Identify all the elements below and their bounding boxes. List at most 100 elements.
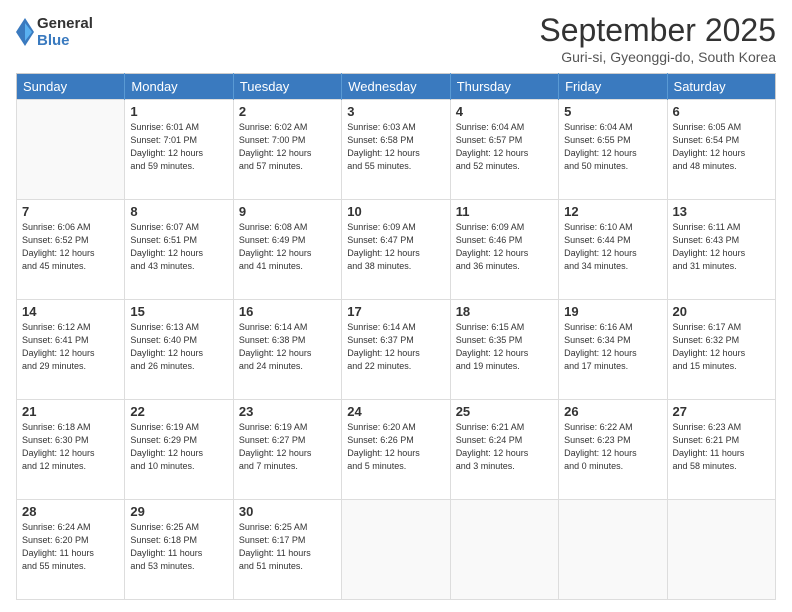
week-row-2: 7 Sunrise: 6:06 AM Sunset: 6:52 PM Daylig… <box>17 200 776 300</box>
header: General Blue September 2025 Guri-si, Gye… <box>16 12 776 65</box>
header-day-friday: Friday <box>559 74 667 100</box>
day-info: Sunrise: 6:15 AM Sunset: 6:35 PM Dayligh… <box>456 321 553 373</box>
day-number: 9 <box>239 204 336 219</box>
day-number: 22 <box>130 404 227 419</box>
day-info: Sunrise: 6:25 AM Sunset: 6:17 PM Dayligh… <box>239 521 336 573</box>
day-number: 20 <box>673 304 770 319</box>
day-info: Sunrise: 6:06 AM Sunset: 6:52 PM Dayligh… <box>22 221 119 273</box>
calendar-cell <box>559 500 667 600</box>
week-row-3: 14Sunrise: 6:12 AM Sunset: 6:41 PM Dayli… <box>17 300 776 400</box>
calendar-body: 1 Sunrise: 6:01 AM Sunset: 7:01 PM Daylig… <box>17 100 776 600</box>
calendar-cell: 9 Sunrise: 6:08 AM Sunset: 6:49 PM Daylig… <box>233 200 341 300</box>
day-number: 12 <box>564 204 661 219</box>
day-number: 24 <box>347 404 444 419</box>
calendar-cell: 7 Sunrise: 6:06 AM Sunset: 6:52 PM Daylig… <box>17 200 125 300</box>
calendar-cell: 28Sunrise: 6:24 AM Sunset: 6:20 PM Dayli… <box>17 500 125 600</box>
day-info: Sunrise: 6:17 AM Sunset: 6:32 PM Dayligh… <box>673 321 770 373</box>
day-number: 16 <box>239 304 336 319</box>
week-row-5: 28Sunrise: 6:24 AM Sunset: 6:20 PM Dayli… <box>17 500 776 600</box>
logo-text: General Blue <box>37 16 93 49</box>
week-row-1: 1 Sunrise: 6:01 AM Sunset: 7:01 PM Daylig… <box>17 100 776 200</box>
day-info: Sunrise: 6:13 AM Sunset: 6:40 PM Dayligh… <box>130 321 227 373</box>
day-number: 10 <box>347 204 444 219</box>
logo-blue: Blue <box>37 33 93 50</box>
day-number: 21 <box>22 404 119 419</box>
calendar-cell: 18 Sunrise: 6:15 AM Sunset: 6:35 PM Dayli… <box>450 300 558 400</box>
day-info: Sunrise: 6:12 AM Sunset: 6:41 PM Dayligh… <box>22 321 119 373</box>
calendar-cell <box>450 500 558 600</box>
logo-icon <box>16 18 34 46</box>
calendar-cell: 14Sunrise: 6:12 AM Sunset: 6:41 PM Dayli… <box>17 300 125 400</box>
day-info: Sunrise: 6:20 AM Sunset: 6:26 PM Dayligh… <box>347 421 444 473</box>
calendar-cell: 23 Sunrise: 6:19 AM Sunset: 6:27 PM Dayli… <box>233 400 341 500</box>
header-day-wednesday: Wednesday <box>342 74 450 100</box>
day-number: 8 <box>130 204 227 219</box>
calendar-cell <box>667 500 775 600</box>
day-info: Sunrise: 6:07 AM Sunset: 6:51 PM Dayligh… <box>130 221 227 273</box>
day-info: Sunrise: 6:23 AM Sunset: 6:21 PM Dayligh… <box>673 421 770 473</box>
calendar-cell: 2 Sunrise: 6:02 AM Sunset: 7:00 PM Daylig… <box>233 100 341 200</box>
day-info: Sunrise: 6:25 AM Sunset: 6:18 PM Dayligh… <box>130 521 227 573</box>
week-row-4: 21 Sunrise: 6:18 AM Sunset: 6:30 PM Dayli… <box>17 400 776 500</box>
day-info: Sunrise: 6:05 AM Sunset: 6:54 PM Dayligh… <box>673 121 770 173</box>
day-info: Sunrise: 6:19 AM Sunset: 6:27 PM Dayligh… <box>239 421 336 473</box>
calendar-cell: 24 Sunrise: 6:20 AM Sunset: 6:26 PM Dayli… <box>342 400 450 500</box>
day-number: 27 <box>673 404 770 419</box>
day-info: Sunrise: 6:09 AM Sunset: 6:47 PM Dayligh… <box>347 221 444 273</box>
day-number: 19 <box>564 304 661 319</box>
title-block: September 2025 Guri-si, Gyeonggi-do, Sou… <box>539 12 776 65</box>
day-info: Sunrise: 6:14 AM Sunset: 6:37 PM Dayligh… <box>347 321 444 373</box>
header-day-monday: Monday <box>125 74 233 100</box>
day-info: Sunrise: 6:14 AM Sunset: 6:38 PM Dayligh… <box>239 321 336 373</box>
day-number: 18 <box>456 304 553 319</box>
day-info: Sunrise: 6:04 AM Sunset: 6:57 PM Dayligh… <box>456 121 553 173</box>
calendar: SundayMondayTuesdayWednesdayThursdayFrid… <box>16 73 776 600</box>
day-number: 7 <box>22 204 119 219</box>
day-number: 3 <box>347 104 444 119</box>
calendar-cell: 26Sunrise: 6:22 AM Sunset: 6:23 PM Dayli… <box>559 400 667 500</box>
calendar-cell: 29Sunrise: 6:25 AM Sunset: 6:18 PM Dayli… <box>125 500 233 600</box>
day-info: Sunrise: 6:04 AM Sunset: 6:55 PM Dayligh… <box>564 121 661 173</box>
day-info: Sunrise: 6:18 AM Sunset: 6:30 PM Dayligh… <box>22 421 119 473</box>
day-number: 6 <box>673 104 770 119</box>
day-number: 1 <box>130 104 227 119</box>
header-day-saturday: Saturday <box>667 74 775 100</box>
day-number: 17 <box>347 304 444 319</box>
day-number: 4 <box>456 104 553 119</box>
day-number: 23 <box>239 404 336 419</box>
calendar-cell: 11Sunrise: 6:09 AM Sunset: 6:46 PM Dayli… <box>450 200 558 300</box>
header-day-tuesday: Tuesday <box>233 74 341 100</box>
day-number: 11 <box>456 204 553 219</box>
calendar-cell: 30 Sunrise: 6:25 AM Sunset: 6:17 PM Dayli… <box>233 500 341 600</box>
logo-general: General <box>37 16 93 33</box>
day-info: Sunrise: 6:21 AM Sunset: 6:24 PM Dayligh… <box>456 421 553 473</box>
calendar-cell: 10 Sunrise: 6:09 AM Sunset: 6:47 PM Dayli… <box>342 200 450 300</box>
header-row: SundayMondayTuesdayWednesdayThursdayFrid… <box>17 74 776 100</box>
day-info: Sunrise: 6:11 AM Sunset: 6:43 PM Dayligh… <box>673 221 770 273</box>
month-title: September 2025 <box>539 12 776 49</box>
day-number: 30 <box>239 504 336 519</box>
calendar-cell: 8 Sunrise: 6:07 AM Sunset: 6:51 PM Daylig… <box>125 200 233 300</box>
day-number: 15 <box>130 304 227 319</box>
day-number: 2 <box>239 104 336 119</box>
calendar-cell <box>342 500 450 600</box>
header-day-sunday: Sunday <box>17 74 125 100</box>
calendar-cell: 6 Sunrise: 6:05 AM Sunset: 6:54 PM Daylig… <box>667 100 775 200</box>
day-info: Sunrise: 6:16 AM Sunset: 6:34 PM Dayligh… <box>564 321 661 373</box>
calendar-cell: 17 Sunrise: 6:14 AM Sunset: 6:37 PM Dayli… <box>342 300 450 400</box>
day-number: 28 <box>22 504 119 519</box>
calendar-header: SundayMondayTuesdayWednesdayThursdayFrid… <box>17 74 776 100</box>
calendar-cell <box>17 100 125 200</box>
day-number: 5 <box>564 104 661 119</box>
calendar-cell: 16 Sunrise: 6:14 AM Sunset: 6:38 PM Dayli… <box>233 300 341 400</box>
day-info: Sunrise: 6:01 AM Sunset: 7:01 PM Dayligh… <box>130 121 227 173</box>
day-info: Sunrise: 6:03 AM Sunset: 6:58 PM Dayligh… <box>347 121 444 173</box>
day-info: Sunrise: 6:02 AM Sunset: 7:00 PM Dayligh… <box>239 121 336 173</box>
page: General Blue September 2025 Guri-si, Gye… <box>0 0 792 612</box>
calendar-cell: 1 Sunrise: 6:01 AM Sunset: 7:01 PM Daylig… <box>125 100 233 200</box>
day-info: Sunrise: 6:10 AM Sunset: 6:44 PM Dayligh… <box>564 221 661 273</box>
logo: General Blue <box>16 16 93 49</box>
calendar-cell: 12 Sunrise: 6:10 AM Sunset: 6:44 PM Dayli… <box>559 200 667 300</box>
day-info: Sunrise: 6:08 AM Sunset: 6:49 PM Dayligh… <box>239 221 336 273</box>
calendar-cell: 20 Sunrise: 6:17 AM Sunset: 6:32 PM Dayli… <box>667 300 775 400</box>
